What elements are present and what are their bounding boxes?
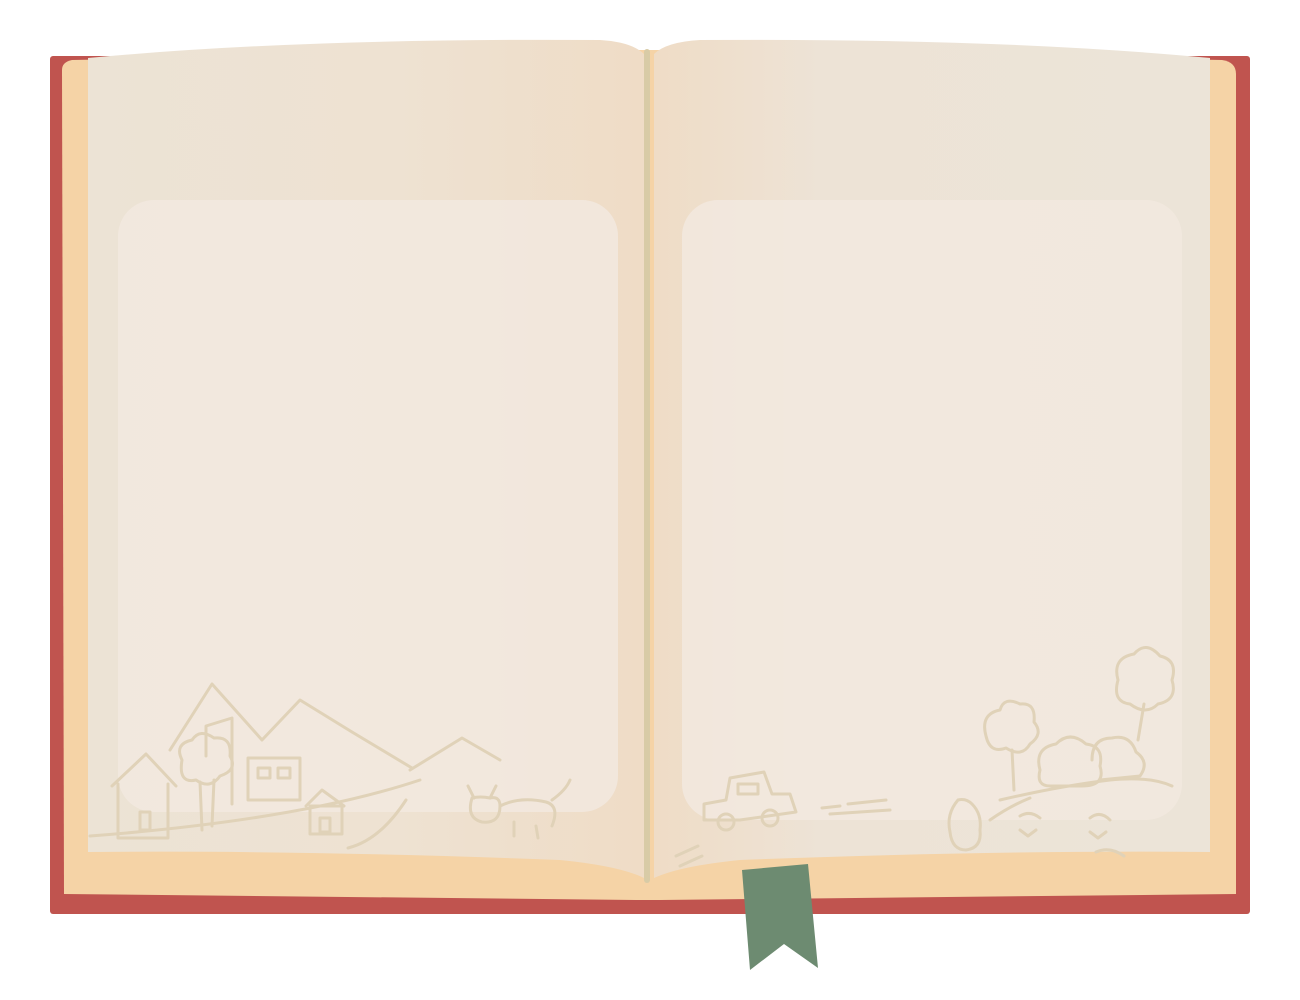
book-svg <box>50 39 1250 970</box>
open-book-illustration <box>0 0 1300 1000</box>
left-page-panel <box>118 200 618 812</box>
right-page-panel <box>682 200 1182 820</box>
bookmark-ribbon <box>742 864 818 970</box>
